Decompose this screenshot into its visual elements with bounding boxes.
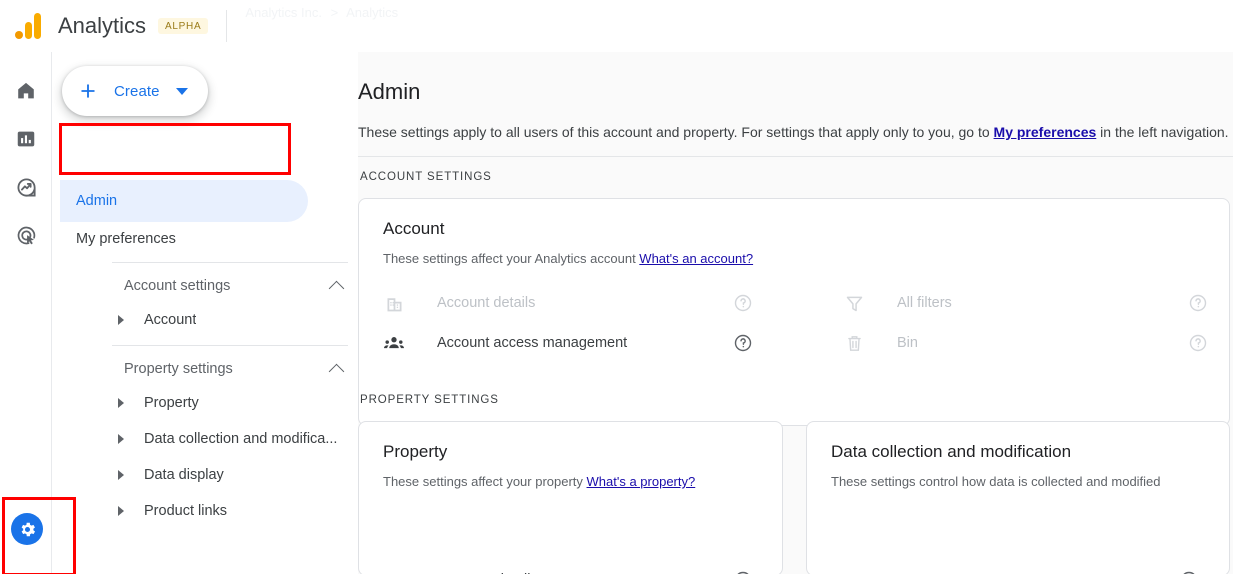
sidebar: Create Admin My preferences Account sett… [52, 52, 358, 574]
account-card: Account These settings affect your Analy… [358, 198, 1230, 426]
home-icon [15, 80, 37, 102]
main-content: Admin These settings apply to all users … [358, 52, 1233, 574]
page-description-after: in the left navigation. [1096, 124, 1229, 140]
gear-icon [18, 520, 37, 539]
breadcrumb[interactable]: Analytics Inc. > Analytics [245, 5, 398, 20]
sidebar-item-property[interactable]: Property [112, 388, 352, 418]
plus-icon [78, 81, 98, 101]
sidebar-section-account-settings-label: Account settings [124, 278, 231, 294]
page-brand-title: Analytics [58, 13, 147, 38]
help-circle-icon[interactable] [733, 293, 753, 313]
data-collection-card-title: Data collection and modification [831, 442, 1072, 461]
help-circle-icon[interactable] [733, 333, 753, 353]
rail-item-advertising[interactable] [13, 222, 39, 248]
building-icon [383, 292, 405, 314]
row-account-details[interactable]: Account details [383, 283, 753, 323]
triangle-right-icon [118, 315, 124, 325]
data-collection-card-subtitle: These settings control how data is colle… [831, 474, 1161, 489]
account-card-title: Account [383, 219, 445, 238]
sidebar-item-product-links[interactable]: Product links [112, 496, 352, 526]
sidebar-section-property-settings[interactable]: Property settings [124, 357, 348, 381]
explore-trending-icon [15, 176, 38, 199]
icon-rail [0, 52, 52, 574]
page-description-before: These settings apply to all users of thi… [358, 124, 994, 140]
data-collection-card: Data collection and modification These s… [806, 421, 1230, 574]
sidebar-item-data-collection-label: Data collection and modifica... [144, 431, 338, 447]
triangle-right-icon [118, 470, 124, 480]
page-title: Admin [358, 79, 421, 104]
breadcrumb-separator: > [330, 4, 339, 20]
property-card-subtitle: These settings affect your property What… [383, 474, 695, 489]
property-card-title: Property [383, 442, 448, 461]
caret-down-icon [175, 87, 188, 95]
row-data-streams[interactable]: Data streams [831, 560, 1199, 574]
sidebar-item-property-label: Property [144, 395, 199, 411]
sidebar-item-data-display-label: Data display [144, 467, 224, 483]
account-card-subtitle-text: These settings affect your Analytics acc… [383, 251, 640, 266]
property-details-icon [383, 569, 405, 574]
chevron-up-icon [328, 363, 345, 379]
data-streams-icon [831, 569, 853, 574]
sidebar-item-admin[interactable]: Admin [60, 180, 308, 222]
sidebar-item-product-links-label: Product links [144, 503, 228, 519]
alpha-badge: ALPHA [158, 18, 209, 34]
breadcrumb-property[interactable]: Analytics [346, 5, 398, 20]
whats-an-account-link[interactable]: What's an account? [639, 251, 753, 266]
trash-bin-icon [843, 332, 865, 354]
sidebar-item-account-label: Account [144, 312, 197, 328]
chevron-up-icon [328, 280, 345, 296]
rail-item-home[interactable] [13, 78, 39, 104]
sidebar-item-admin-label: Admin [76, 193, 118, 209]
row-all-filters[interactable]: All filters [843, 283, 1208, 323]
create-button[interactable]: Create [62, 66, 208, 116]
row-bin[interactable]: Bin [843, 323, 1208, 363]
sidebar-section-property-settings-label: Property settings [124, 361, 233, 377]
help-circle-icon[interactable] [1188, 293, 1208, 313]
help-circle-icon[interactable] [1188, 333, 1208, 353]
triangle-right-icon [118, 434, 124, 444]
row-account-details-label: Account details [437, 295, 536, 311]
create-button-label: Create [114, 82, 160, 100]
rail-item-reports[interactable] [13, 126, 39, 152]
sidebar-section-account-settings[interactable]: Account settings [124, 274, 348, 298]
page-description: These settings apply to all users of thi… [358, 122, 1230, 142]
row-account-access-management[interactable]: Account access management [383, 323, 753, 363]
property-settings-section-label: PROPERTY SETTINGS [360, 394, 499, 406]
row-property-details[interactable]: Property details [383, 560, 753, 574]
google-analytics-logo-icon [15, 13, 41, 39]
account-card-subtitle: These settings affect your Analytics acc… [383, 251, 753, 266]
sidebar-item-account[interactable]: Account [112, 305, 352, 335]
sidebar-item-my-preferences[interactable]: My preferences [60, 218, 308, 260]
content-divider [358, 156, 1233, 157]
app-logo[interactable] [0, 0, 56, 52]
sidebar-item-data-display[interactable]: Data display [112, 460, 352, 490]
breadcrumb-account[interactable]: Analytics Inc. [245, 5, 322, 20]
help-circle-icon[interactable] [733, 570, 753, 574]
rail-item-explore[interactable] [13, 174, 39, 200]
sidebar-item-data-collection-and-modification[interactable]: Data collection and modifica... [112, 424, 352, 454]
help-circle-icon[interactable] [1179, 570, 1199, 574]
rail-admin-gear[interactable] [11, 513, 43, 545]
filter-funnel-icon [843, 292, 865, 314]
row-account-access-management-label: Account access management [437, 335, 628, 351]
top-bar: Analytics ALPHA Analytics Inc. > Analyti… [0, 0, 1233, 52]
account-settings-section-label: ACCOUNT SETTINGS [360, 171, 492, 183]
row-bin-label: Bin [897, 335, 918, 351]
sidebar-divider-1 [112, 262, 348, 263]
row-all-filters-label: All filters [897, 295, 952, 311]
whats-a-property-link[interactable]: What's a property? [587, 474, 696, 489]
sidebar-divider-2 [112, 345, 348, 346]
analytics-admin-page: Analytics ALPHA Analytics Inc. > Analyti… [0, 0, 1233, 574]
people-group-icon [383, 332, 405, 354]
triangle-right-icon [118, 398, 124, 408]
bar-chart-icon [15, 128, 37, 150]
topbar-divider [226, 10, 228, 42]
my-preferences-link[interactable]: My preferences [994, 124, 1097, 140]
triangle-right-icon [118, 506, 124, 516]
advertising-target-icon [15, 224, 38, 247]
property-card: Property These settings affect your prop… [358, 421, 783, 574]
sidebar-item-my-preferences-label: My preferences [76, 231, 176, 247]
property-card-subtitle-text: These settings affect your property [383, 474, 587, 489]
